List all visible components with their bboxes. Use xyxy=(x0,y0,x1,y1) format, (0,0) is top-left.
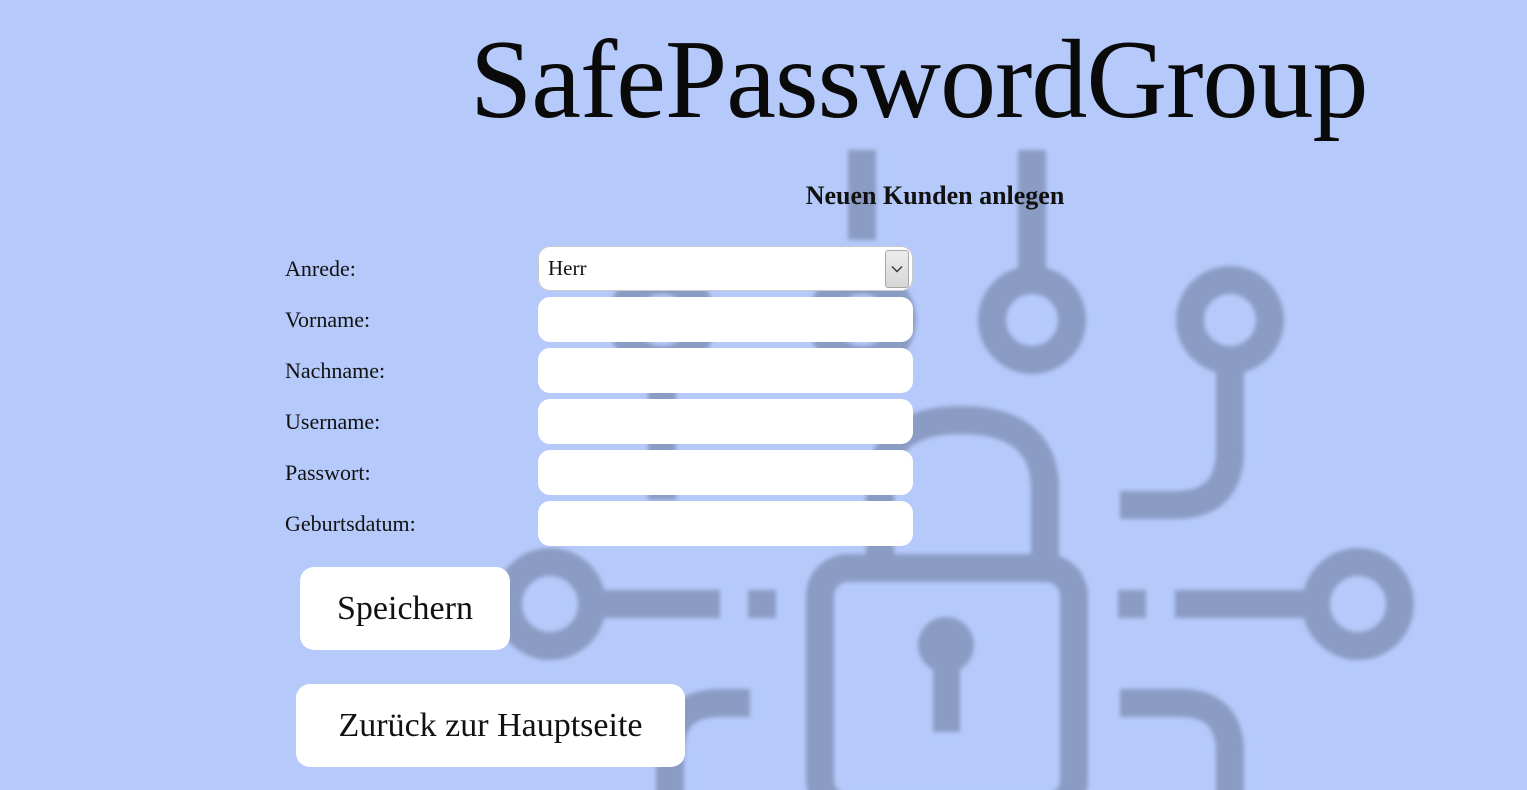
form-row-geburtsdatum: Geburtsdatum: xyxy=(285,501,915,547)
passwort-label: Passwort: xyxy=(285,460,371,485)
geburtsdatum-label: Geburtsdatum: xyxy=(285,511,416,536)
nachname-label: Nachname: xyxy=(285,358,386,383)
nachname-input[interactable] xyxy=(538,348,913,393)
form-row-passwort: Passwort: xyxy=(285,450,915,496)
chevron-down-icon xyxy=(891,265,903,272)
form-row-nachname: Nachname: xyxy=(285,348,915,394)
passwort-input[interactable] xyxy=(538,450,913,495)
save-button[interactable]: Speichern xyxy=(300,567,510,650)
form-row-vorname: Vorname: xyxy=(285,297,915,343)
geburtsdatum-input[interactable] xyxy=(538,501,913,546)
anrede-dropdown-button[interactable] xyxy=(885,249,909,288)
anrede-selected-value: Herr xyxy=(548,256,587,280)
form-row-anrede: Anrede: Herr xyxy=(285,246,915,292)
anrede-select[interactable]: Herr xyxy=(538,246,913,291)
username-input[interactable] xyxy=(538,399,913,444)
username-label: Username: xyxy=(285,409,381,434)
page-subtitle: Neuen Kunden anlegen xyxy=(805,181,1065,210)
vorname-input[interactable] xyxy=(538,297,913,342)
back-to-home-button[interactable]: Zurück zur Hauptseite xyxy=(296,684,685,767)
form-row-username: Username: xyxy=(285,399,915,445)
app-title: SafePasswordGroup xyxy=(470,18,1369,142)
vorname-label: Vorname: xyxy=(285,307,371,332)
anrede-label: Anrede: xyxy=(285,256,356,281)
